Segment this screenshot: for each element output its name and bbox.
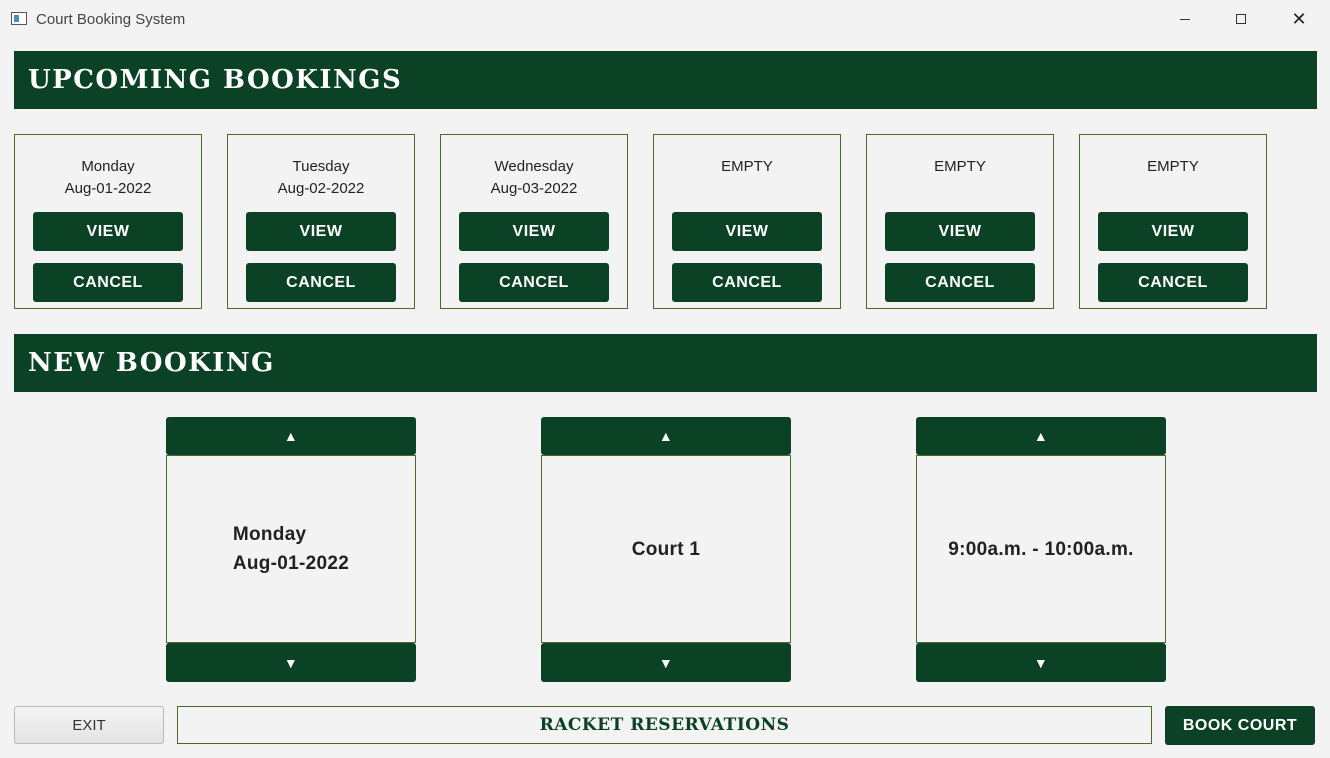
arrow-up-icon: ▲ — [658, 428, 674, 444]
date-spinner: ▲ Monday Aug-01-2022 ▼ — [166, 417, 416, 682]
booking-card-text: Tuesday Aug-02-2022 — [228, 156, 414, 200]
booking-card: Wednesday Aug-03-2022 VIEW CANCEL — [440, 134, 628, 309]
arrow-down-icon: ▼ — [283, 654, 299, 671]
booking-day: EMPTY — [1147, 158, 1199, 175]
booking-day: Monday — [81, 158, 135, 175]
arrow-down-icon: ▼ — [658, 654, 674, 671]
selected-time: 9:00a.m. - 10:00a.m. — [948, 538, 1134, 560]
view-button[interactable]: VIEW — [885, 212, 1035, 251]
court-display: Court 1 — [541, 455, 791, 643]
booking-date: Aug-01-2022 — [64, 180, 152, 197]
view-button[interactable]: VIEW — [1098, 212, 1248, 251]
booking-card-text: EMPTY — [1080, 156, 1266, 178]
booking-card-text: EMPTY — [867, 156, 1053, 178]
maximize-icon — [1236, 14, 1246, 24]
close-button[interactable]: ✕ — [1270, 0, 1328, 38]
arrow-up-icon: ▲ — [1033, 428, 1049, 444]
booking-day: EMPTY — [721, 158, 773, 175]
booking-card-text: Monday Aug-01-2022 — [15, 156, 201, 200]
cancel-button[interactable]: CANCEL — [1098, 263, 1248, 302]
selected-day: Monday — [232, 524, 307, 545]
cancel-button[interactable]: CANCEL — [459, 263, 609, 302]
court-up-button[interactable]: ▲ — [541, 417, 791, 455]
date-up-button[interactable]: ▲ — [166, 417, 416, 455]
time-spinner: ▲ 9:00a.m. - 10:00a.m. ▼ — [916, 417, 1166, 682]
arrow-down-icon: ▼ — [1033, 654, 1049, 671]
view-button[interactable]: VIEW — [33, 212, 183, 251]
view-button[interactable]: VIEW — [459, 212, 609, 251]
date-down-button[interactable]: ▼ — [166, 643, 416, 682]
time-down-button[interactable]: ▼ — [916, 643, 1166, 682]
book-court-button[interactable]: BOOK COURT — [1165, 706, 1315, 745]
close-icon: ✕ — [1291, 8, 1307, 29]
window-title: Court Booking System — [36, 11, 186, 28]
booking-day: EMPTY — [934, 158, 986, 175]
maximize-button[interactable] — [1212, 0, 1270, 38]
booking-date: Aug-03-2022 — [490, 180, 578, 197]
booking-card: EMPTY VIEW CANCEL — [866, 134, 1054, 309]
arrow-up-icon: ▲ — [283, 428, 299, 444]
view-button[interactable]: VIEW — [246, 212, 396, 251]
booking-card: EMPTY VIEW CANCEL — [1079, 134, 1267, 309]
cancel-button[interactable]: CANCEL — [33, 263, 183, 302]
cancel-button[interactable]: CANCEL — [885, 263, 1035, 302]
booking-day: Tuesday — [292, 158, 350, 175]
brand-text: RACKET RESERVATIONS — [539, 715, 790, 735]
minimize-icon — [1180, 18, 1190, 20]
booking-date: Aug-02-2022 — [277, 180, 365, 197]
court-spinner: ▲ Court 1 ▼ — [541, 417, 791, 682]
title-bar: Court Booking System ✕ — [0, 0, 1330, 38]
booking-card-text: EMPTY — [654, 156, 840, 178]
booking-card: EMPTY VIEW CANCEL — [653, 134, 841, 309]
booking-day: Wednesday — [494, 158, 574, 175]
booking-card-text: Wednesday Aug-03-2022 — [441, 156, 627, 200]
brand-banner: RACKET RESERVATIONS — [177, 706, 1152, 744]
minimize-button[interactable] — [1156, 0, 1214, 38]
booking-card: Tuesday Aug-02-2022 VIEW CANCEL — [227, 134, 415, 309]
booking-card: Monday Aug-01-2022 VIEW CANCEL — [14, 134, 202, 309]
new-booking-header: NEW BOOKING — [14, 334, 1317, 392]
app-icon — [11, 12, 27, 25]
time-display: 9:00a.m. - 10:00a.m. — [916, 455, 1166, 643]
upcoming-bookings-header: UPCOMING BOOKINGS — [14, 51, 1317, 109]
view-button[interactable]: VIEW — [672, 212, 822, 251]
cancel-button[interactable]: CANCEL — [246, 263, 396, 302]
cancel-button[interactable]: CANCEL — [672, 263, 822, 302]
time-up-button[interactable]: ▲ — [916, 417, 1166, 455]
exit-button[interactable]: EXIT — [14, 706, 164, 744]
court-down-button[interactable]: ▼ — [541, 643, 791, 682]
selected-date: Aug-01-2022 — [232, 553, 350, 574]
selected-court: Court 1 — [631, 538, 701, 560]
date-display: Monday Aug-01-2022 — [166, 455, 416, 643]
